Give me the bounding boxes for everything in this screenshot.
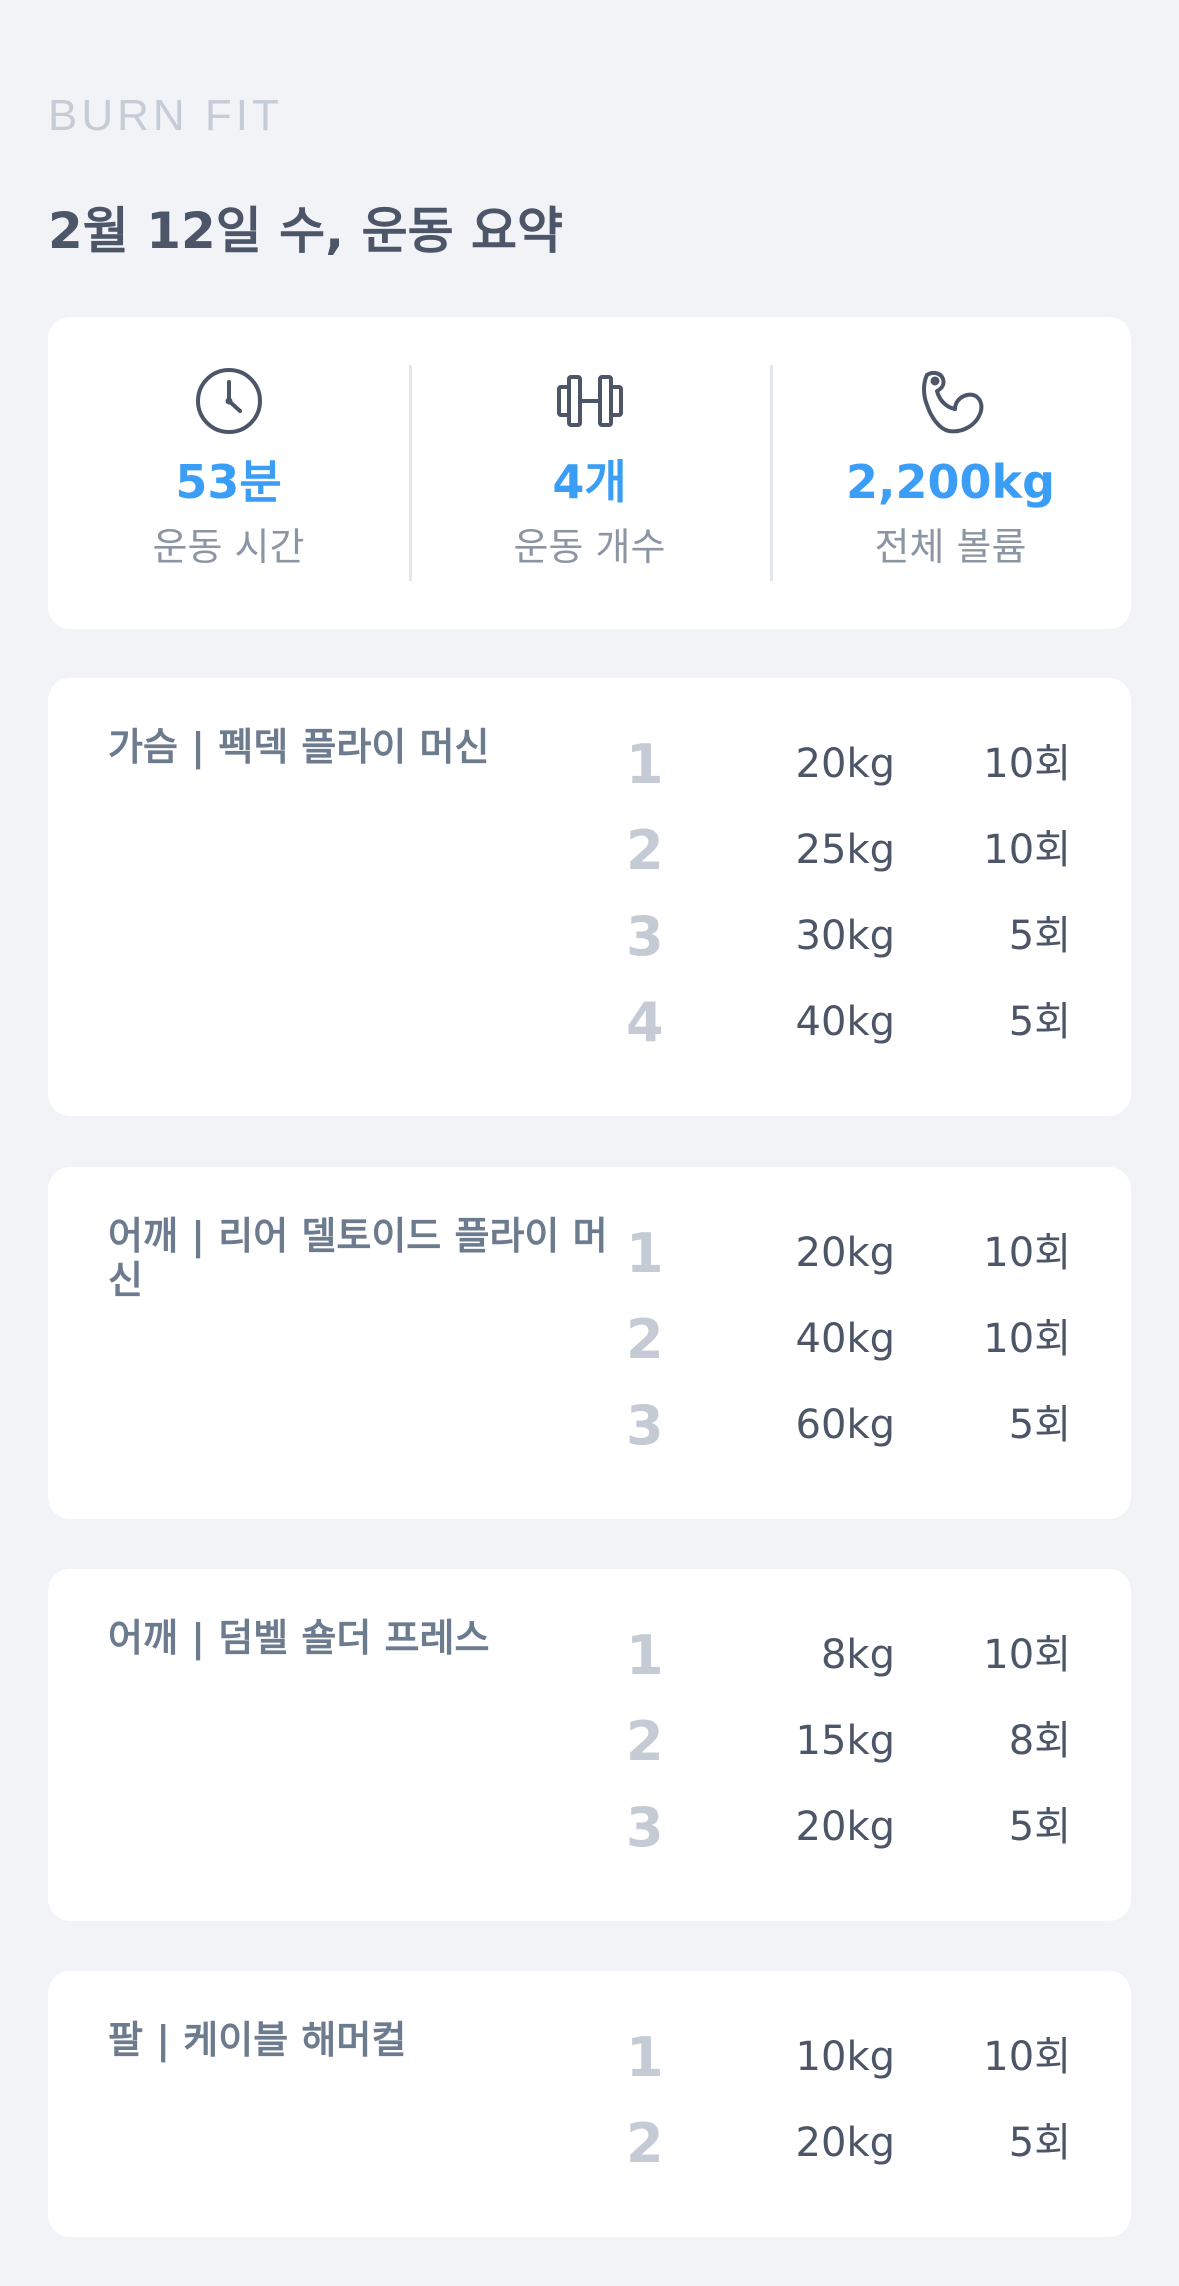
exercise-card[interactable]: 어깨 | 덤벨 숄더 프레스 1 8kg 10회 2 15kg 8회 3 20k… [48,1569,1131,1921]
volume-label: 전체 볼륨 [874,525,1027,569]
set-weight: 20kg [795,2120,895,2166]
summary-exercise-count: 4개 운동 개수 [409,317,770,629]
set-reps: 10회 [983,2034,1071,2080]
set-number: 3 [626,1796,664,1859]
set-row: 2 25kg 10회 [48,810,1131,896]
set-number: 3 [626,1394,664,1457]
page-title: 2월 12일 수, 운동 요약 [48,202,563,260]
set-number: 2 [626,1308,664,1371]
set-number: 2 [626,819,664,882]
set-row: 1 10kg 10회 [48,2017,1131,2103]
set-number: 3 [626,905,664,968]
set-weight: 25kg [795,827,895,873]
summary-card: 53분 운동 시간 4개 운동 개수 2,200kg 전체 볼륨 [48,317,1131,629]
exercise-card[interactable]: 어깨 | 리어 델토이드 플라이 머신 1 20kg 10회 2 40kg 10… [48,1167,1131,1519]
set-number: 2 [626,1710,664,1773]
set-weight: 10kg [795,2034,895,2080]
set-row: 1 20kg 10회 [48,1213,1131,1299]
set-weight: 60kg [795,1402,895,1448]
exercise-count-label: 운동 개수 [513,525,666,569]
set-weight: 40kg [795,1316,895,1362]
set-weight: 30kg [795,913,895,959]
set-reps: 5회 [1008,913,1071,959]
summary-volume: 2,200kg 전체 볼륨 [770,317,1131,629]
set-row: 2 20kg 5회 [48,2103,1131,2189]
set-weight: 20kg [795,1230,895,1276]
duration-value: 53분 [175,455,282,509]
set-row: 1 20kg 10회 [48,724,1131,810]
set-number: 1 [626,733,664,796]
set-reps: 5회 [1008,999,1071,1045]
set-row: 4 40kg 5회 [48,982,1131,1068]
set-reps: 10회 [983,1632,1071,1678]
set-number: 1 [626,1624,664,1687]
set-reps: 5회 [1008,2120,1071,2166]
set-weight: 20kg [795,1804,895,1850]
set-row: 1 8kg 10회 [48,1615,1131,1701]
set-reps: 5회 [1008,1402,1071,1448]
set-reps: 10회 [983,1316,1071,1362]
set-reps: 5회 [1008,1804,1071,1850]
set-number: 2 [626,2112,664,2175]
set-row: 3 30kg 5회 [48,896,1131,982]
summary-duration: 53분 운동 시간 [48,317,409,629]
set-weight: 15kg [795,1718,895,1764]
set-reps: 10회 [983,827,1071,873]
set-weight: 40kg [795,999,895,1045]
set-reps: 10회 [983,741,1071,787]
set-row: 3 60kg 5회 [48,1385,1131,1471]
set-row: 2 40kg 10회 [48,1299,1131,1385]
flexed-arm-icon [921,370,983,434]
exercise-card[interactable]: 팔 | 케이블 해머컬 1 10kg 10회 2 20kg 5회 [48,1971,1131,2237]
set-weight: 20kg [795,741,895,787]
volume-value: 2,200kg [845,455,1056,509]
duration-label: 운동 시간 [152,525,305,569]
set-number: 1 [626,2026,664,2089]
exercise-card[interactable]: 가슴 | 펙덱 플라이 머신 1 20kg 10회 2 25kg 10회 3 3… [48,678,1131,1116]
set-weight: 8kg [820,1632,895,1678]
dumbbell-icon [556,375,623,427]
set-row: 3 20kg 5회 [48,1787,1131,1873]
exercise-count-value: 4개 [552,455,627,509]
app-logo: BURN FIT [48,91,283,140]
set-reps: 8회 [1008,1718,1071,1764]
set-number: 4 [626,991,664,1054]
clock-icon [195,368,262,434]
set-row: 2 15kg 8회 [48,1701,1131,1787]
set-number: 1 [626,1222,664,1285]
set-reps: 10회 [983,1230,1071,1276]
